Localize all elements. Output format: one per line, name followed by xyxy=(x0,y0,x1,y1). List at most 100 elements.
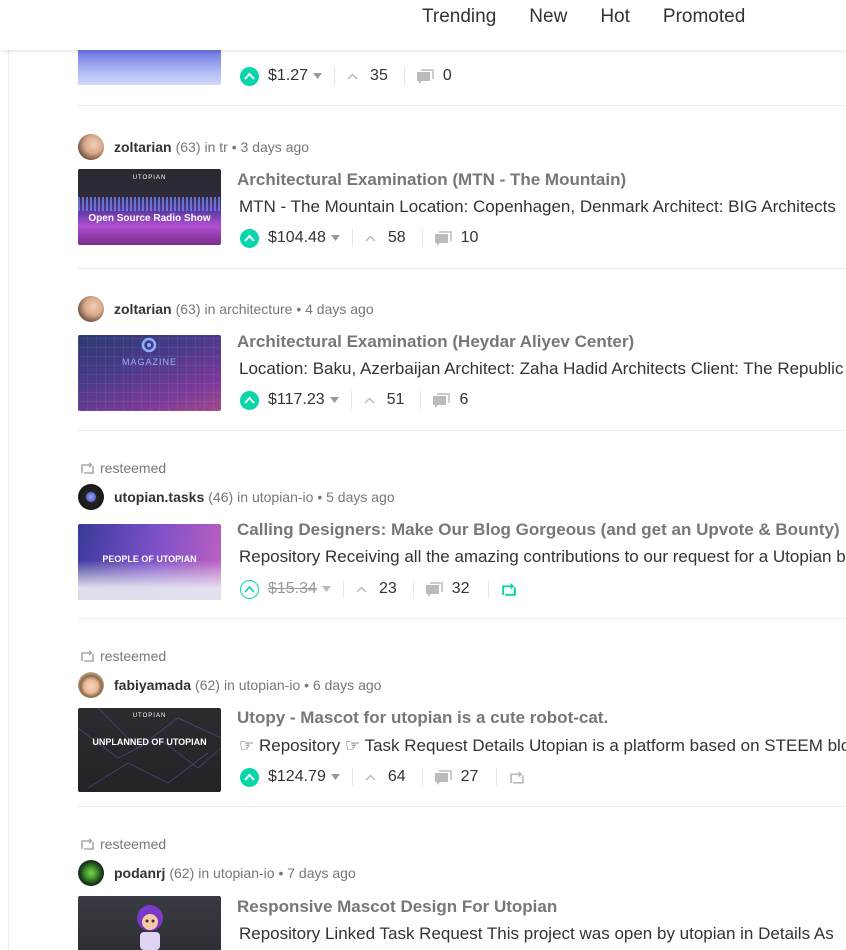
vote-count[interactable]: 64 xyxy=(365,768,406,786)
caret-down-icon[interactable] xyxy=(330,774,340,780)
author-reputation: (63) xyxy=(175,139,201,155)
post-time[interactable]: • 5 days ago xyxy=(317,489,394,505)
post-title[interactable]: Calling Designers: Make Our Blog Gorgeou… xyxy=(237,520,840,540)
post-time[interactable]: • 3 days ago xyxy=(232,139,309,155)
author-name[interactable]: zoltarian xyxy=(114,301,172,317)
in-label: in xyxy=(204,139,216,155)
payout-value[interactable]: $124.79 xyxy=(268,768,326,786)
post-time[interactable]: • 7 days ago xyxy=(278,865,355,881)
tab-trending[interactable]: Trending xyxy=(422,6,496,28)
divider xyxy=(351,229,353,247)
comment-count[interactable]: 27 xyxy=(434,768,478,786)
post-author-row: zoltarian (63) in architecture • 4 days … xyxy=(78,295,374,323)
resteem-indicator: resteemed xyxy=(80,647,166,665)
upvote-button[interactable] xyxy=(240,66,259,86)
category-link[interactable]: utopian-io xyxy=(213,865,275,881)
comment-count[interactable]: 0 xyxy=(416,67,452,85)
chevron-up-icon xyxy=(347,72,358,80)
avatar[interactable] xyxy=(78,484,104,510)
post-excerpt[interactable]: ☞ Repository ☞ Task Request Details Utop… xyxy=(239,736,846,756)
avatar[interactable] xyxy=(78,672,104,698)
thumbnail-graphic xyxy=(78,560,221,600)
upvote-button[interactable] xyxy=(240,390,259,410)
author-reputation: (62) xyxy=(195,677,220,693)
vote-count[interactable]: 51 xyxy=(364,391,404,409)
payout-value[interactable]: $15.34 xyxy=(268,580,317,598)
chevron-up-icon xyxy=(356,585,367,593)
category-link[interactable]: tr xyxy=(219,139,228,155)
thumbnail-label: UNPLANNED OF UTOPIAN xyxy=(92,737,207,747)
post-separator xyxy=(78,105,846,106)
post-time[interactable]: • 4 days ago xyxy=(296,301,373,317)
divider xyxy=(421,768,423,786)
post-title[interactable]: Architectural Examination (MTN - The Mou… xyxy=(237,170,626,190)
category-link[interactable]: utopian-io xyxy=(252,489,314,505)
post-excerpt[interactable]: Repository Linked Task Request This proj… xyxy=(239,924,846,944)
post-title[interactable]: Responsive Mascot Design For Utopian xyxy=(237,897,557,917)
tab-new[interactable]: New xyxy=(529,6,567,28)
comments-label: 32 xyxy=(451,580,470,597)
divider xyxy=(487,580,489,598)
comment-count[interactable]: 6 xyxy=(433,391,468,409)
chevron-up-icon xyxy=(244,72,255,80)
resteem-icon xyxy=(81,838,94,850)
post-thumbnail[interactable]: PEOPLE OF UTOPIAN xyxy=(78,524,221,600)
upvote-button[interactable] xyxy=(240,228,259,248)
category-link[interactable]: architecture xyxy=(219,301,292,317)
category-link[interactable]: utopian-io xyxy=(239,677,301,693)
resteem-icon[interactable] xyxy=(509,770,525,784)
post-time[interactable]: • 6 days ago xyxy=(304,677,381,693)
avatar[interactable] xyxy=(78,860,104,886)
caret-down-icon[interactable] xyxy=(313,73,323,79)
payout-value[interactable]: $104.48 xyxy=(268,229,326,247)
comment-icon xyxy=(434,769,452,785)
tab-promoted[interactable]: Promoted xyxy=(663,6,745,28)
comment-icon xyxy=(433,392,451,408)
chevron-up-icon xyxy=(244,585,255,593)
chevron-up-icon xyxy=(365,773,376,781)
author-reputation: (62) xyxy=(169,865,195,881)
post-thumbnail[interactable]: UTOPIAN Open Source Radio Show xyxy=(78,169,221,245)
in-label: in xyxy=(198,865,210,881)
post-footer: $104.48 58 10 xyxy=(240,226,496,250)
vote-count[interactable]: 35 xyxy=(347,67,388,85)
author-name[interactable]: utopian.tasks xyxy=(114,489,204,505)
thumbnail-label: PEOPLE OF UTOPIAN xyxy=(102,554,197,564)
resteem-icon[interactable] xyxy=(501,582,517,596)
divider xyxy=(403,67,405,85)
caret-down-icon[interactable] xyxy=(321,586,331,592)
post-excerpt[interactable]: Location: Baku, Azerbaijan Architect: Za… xyxy=(239,359,846,379)
post-thumbnail[interactable] xyxy=(78,896,221,950)
comment-count[interactable]: 10 xyxy=(434,229,478,247)
author-name[interactable]: fabiyamada xyxy=(114,677,191,693)
post-thumbnail[interactable]: MAGAZINE xyxy=(78,335,221,411)
mascot-image xyxy=(137,905,163,950)
thumbnail-label: Open Source Radio Show xyxy=(88,213,211,224)
chevron-up-icon xyxy=(244,773,255,781)
post-separator xyxy=(78,268,846,269)
resteem-indicator: resteemed xyxy=(80,459,166,477)
author-name[interactable]: zoltarian xyxy=(114,139,172,155)
post-title[interactable]: Utopy - Mascot for utopian is a cute rob… xyxy=(237,708,608,728)
upvote-button[interactable] xyxy=(240,579,259,599)
post-title[interactable]: Architectural Examination (Heydar Aliyev… xyxy=(237,332,634,352)
caret-down-icon[interactable] xyxy=(329,397,339,403)
author-reputation: (46) xyxy=(208,489,234,505)
payout-value[interactable]: $117.23 xyxy=(268,391,325,409)
avatar[interactable] xyxy=(78,134,104,160)
post-separator xyxy=(78,430,846,431)
vote-count[interactable]: 23 xyxy=(356,580,397,598)
chevron-up-icon xyxy=(244,234,255,242)
post-excerpt[interactable]: MTN - The Mountain Location: Copenhagen,… xyxy=(239,197,846,217)
tab-hot[interactable]: Hot xyxy=(600,6,630,28)
upvote-button[interactable] xyxy=(240,767,259,787)
post-excerpt[interactable]: Repository Receiving all the amazing con… xyxy=(239,547,846,567)
post-thumbnail[interactable]: UTOPIAN UNPLANNED OF UTOPIAN xyxy=(78,708,221,792)
caret-down-icon[interactable] xyxy=(330,235,340,241)
payout-value[interactable]: $1.27 xyxy=(268,67,308,85)
vote-count[interactable]: 58 xyxy=(365,229,406,247)
author-name[interactable]: podanrj xyxy=(114,865,165,881)
comment-count[interactable]: 32 xyxy=(425,580,470,598)
avatar[interactable] xyxy=(78,296,104,322)
resteemed-label: resteemed xyxy=(100,460,167,476)
